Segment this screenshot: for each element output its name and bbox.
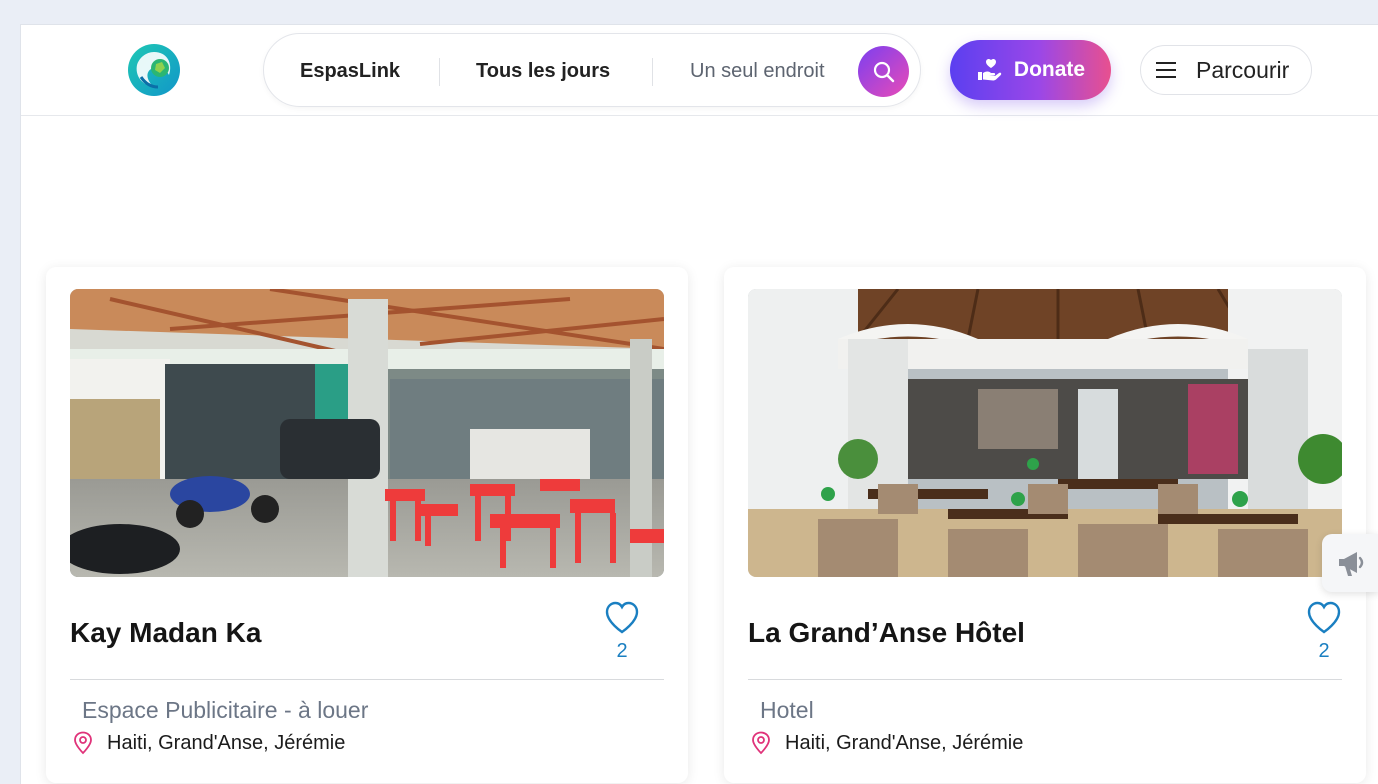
donate-label: Donate xyxy=(1013,58,1086,81)
favorite-count: 2 xyxy=(616,640,628,662)
globe-leaf-logo-icon[interactable] xyxy=(127,43,181,97)
search-icon xyxy=(873,61,894,82)
donate-button[interactable]: Donate xyxy=(950,40,1111,100)
listing-category: Hotel xyxy=(760,697,814,723)
heart-icon xyxy=(605,601,639,634)
search-divider xyxy=(439,58,440,86)
search-segment-un-seul-endroit[interactable]: Un seul endroit xyxy=(690,34,825,108)
card-divider xyxy=(70,679,664,680)
listing-location: Haiti, Grand'Anse, Jérémie xyxy=(73,731,345,755)
listing-location-text: Haiti, Grand'Anse, Jérémie xyxy=(107,731,346,754)
favorite-button[interactable]: 2 xyxy=(602,601,642,663)
search-bar[interactable]: EspasLink Tous les jours Un seul endroit xyxy=(263,33,921,107)
listing-card[interactable]: La Grand’Anse Hôtel 2 Hotel Haiti, Grand… xyxy=(724,267,1366,783)
listing-title[interactable]: Kay Madan Ka xyxy=(70,617,261,649)
site-header: EspasLink Tous les jours Un seul endroit… xyxy=(21,25,1378,116)
browse-button[interactable]: Parcourir xyxy=(1140,45,1312,95)
listing-title[interactable]: La Grand’Anse Hôtel xyxy=(748,617,1025,649)
listing-location-text: Haiti, Grand'Anse, Jérémie xyxy=(785,731,1024,754)
favorite-count: 2 xyxy=(1318,640,1330,662)
heart-icon xyxy=(1307,601,1341,634)
search-segment-tous-les-jours[interactable]: Tous les jours xyxy=(476,34,610,108)
browse-label: Parcourir xyxy=(1196,56,1290,83)
search-button[interactable] xyxy=(858,46,909,97)
floating-action-button[interactable] xyxy=(1322,534,1378,592)
megaphone-icon xyxy=(1339,552,1364,576)
hand-heart-icon xyxy=(977,58,1002,81)
card-divider xyxy=(748,679,1342,680)
map-pin-icon xyxy=(74,731,92,755)
search-segment-espaslink[interactable]: EspasLink xyxy=(300,34,400,108)
map-pin-icon xyxy=(752,731,770,755)
menu-icon xyxy=(1156,62,1176,78)
page-frame: EspasLink Tous les jours Un seul endroit… xyxy=(20,24,1378,784)
listing-photo[interactable] xyxy=(748,289,1342,577)
favorite-button[interactable]: 2 xyxy=(1304,601,1344,663)
listing-location: Haiti, Grand'Anse, Jérémie xyxy=(751,731,1023,755)
listing-photo[interactable] xyxy=(70,289,664,577)
listing-category: Espace Publicitaire - à louer xyxy=(82,697,369,723)
search-divider xyxy=(652,58,653,86)
listing-card[interactable]: Kay Madan Ka 2 Espace Publicitaire - à l… xyxy=(46,267,688,783)
